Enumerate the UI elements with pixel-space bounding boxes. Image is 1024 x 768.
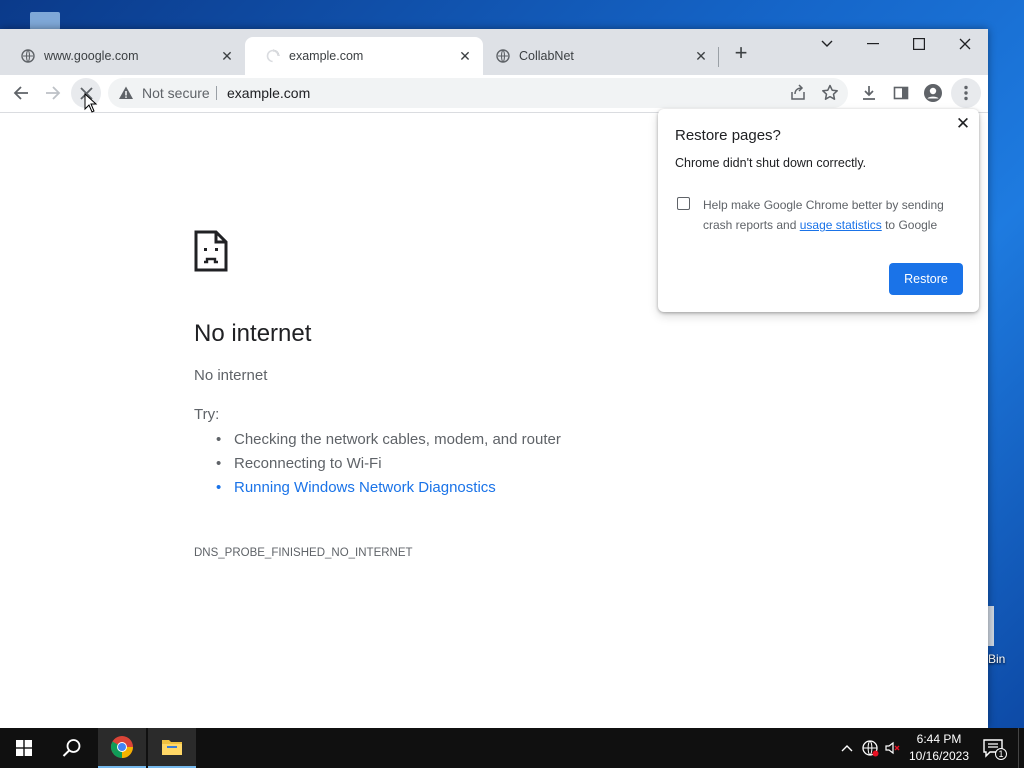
maximize-button[interactable]: [896, 29, 942, 59]
globe-icon: [20, 48, 36, 64]
error-subtitle: No internet: [194, 367, 268, 384]
new-tab-button[interactable]: +: [730, 42, 752, 65]
tab-close-icon[interactable]: ✕: [693, 48, 709, 64]
close-window-button[interactable]: [942, 29, 988, 59]
desktop-icon[interactable]: [30, 12, 60, 30]
tab-separator: [718, 47, 719, 67]
chevron-down-icon: [821, 40, 833, 47]
tab-example[interactable]: example.com ✕: [245, 37, 483, 75]
restore-button[interactable]: Restore: [889, 263, 963, 295]
tab-close-icon[interactable]: ✕: [457, 48, 473, 64]
usage-statistics-link[interactable]: usage statistics: [800, 218, 882, 232]
action-center-button[interactable]: 1: [982, 736, 1007, 760]
suggestion-item: Reconnecting to Wi-Fi: [214, 452, 561, 476]
menu-button[interactable]: [951, 78, 981, 108]
tab-title: example.com: [289, 49, 364, 63]
try-label: Try:: [194, 406, 220, 423]
taskbar: 6:44 PM 10/16/2023 1: [0, 728, 1024, 768]
recycle-bin-label: Bin: [988, 652, 1006, 666]
chrome-icon: [111, 736, 133, 758]
tab-close-icon[interactable]: ✕: [219, 48, 235, 64]
volume-muted-icon[interactable]: [884, 739, 902, 757]
downloads-button[interactable]: [854, 78, 884, 108]
arrow-right-icon: [46, 86, 61, 100]
forward-button[interactable]: [38, 78, 68, 108]
search-button[interactable]: [48, 728, 96, 768]
folder-icon: [162, 740, 182, 755]
search-icon: [62, 739, 81, 757]
minimize-icon: [867, 43, 879, 45]
tab-google[interactable]: www.google.com ✕: [0, 37, 245, 75]
dialog-title: Restore pages?: [675, 127, 781, 144]
crash-report-checkbox[interactable]: [677, 197, 690, 210]
globe-icon: [495, 48, 511, 64]
address-bar[interactable]: Not secure example.com: [108, 78, 848, 108]
error-title: No internet: [194, 320, 312, 347]
tab-strip: www.google.com ✕ example.com ✕ CollabNet…: [0, 29, 988, 75]
warning-icon: [119, 86, 133, 99]
mouse-cursor-icon: [84, 93, 98, 113]
avatar-icon: [924, 84, 942, 102]
chrome-taskbar-button[interactable]: [98, 728, 146, 768]
tab-search-button[interactable]: [804, 29, 850, 59]
notification-count: 1: [995, 748, 1007, 760]
recycle-bin[interactable]: Bin: [988, 606, 1024, 672]
browser-toolbar: Not secure example.com: [0, 75, 988, 113]
kebab-menu-icon: [964, 85, 968, 101]
close-icon[interactable]: ✕: [952, 113, 974, 135]
crash-report-label: Help make Google Chrome better by sendin…: [703, 195, 963, 235]
clock-date: 10/16/2023: [908, 749, 970, 763]
restore-pages-dialog: Restore pages? ✕ Chrome didn't shut down…: [658, 109, 979, 312]
help-text-suffix: to Google: [881, 218, 938, 232]
side-panel-icon: [893, 86, 909, 100]
start-button[interactable]: [0, 728, 48, 768]
minimize-button[interactable]: [850, 29, 896, 59]
network-diagnostics-link[interactable]: Running Windows Network Diagnostics: [214, 476, 561, 500]
tab-title: CollabNet: [519, 49, 574, 63]
system-clock[interactable]: 6:44 PM 10/16/2023: [904, 731, 974, 765]
recycle-bin-icon: [988, 606, 994, 646]
network-icon[interactable]: [861, 739, 879, 757]
sad-page-icon: [194, 230, 228, 272]
security-label[interactable]: Not secure: [142, 85, 210, 101]
url-text[interactable]: example.com: [227, 85, 310, 101]
profile-button[interactable]: [918, 78, 948, 108]
back-button[interactable]: [6, 78, 36, 108]
error-code: DNS_PROBE_FINISHED_NO_INTERNET: [194, 547, 413, 559]
file-explorer-taskbar-button[interactable]: [148, 728, 196, 768]
windows-logo-icon: [16, 740, 32, 756]
chevron-up-icon[interactable]: [838, 739, 856, 757]
share-icon[interactable]: [788, 83, 808, 103]
side-panel-button[interactable]: [886, 78, 916, 108]
tab-collabnet[interactable]: CollabNet ✕: [483, 37, 719, 75]
close-icon: [959, 38, 971, 50]
suggestion-list: Checking the network cables, modem, and …: [214, 428, 561, 500]
clock-time: 6:44 PM: [916, 732, 962, 746]
suggestion-item: Checking the network cables, modem, and …: [214, 428, 561, 452]
dialog-message: Chrome didn't shut down correctly.: [675, 156, 867, 170]
tab-title: www.google.com: [44, 49, 139, 63]
maximize-icon: [913, 38, 925, 50]
omnibox-divider: [216, 86, 217, 100]
loading-spinner-icon: [265, 48, 281, 64]
arrow-left-icon: [13, 86, 28, 100]
download-icon: [863, 86, 875, 100]
bookmark-star-icon[interactable]: [820, 83, 840, 103]
show-desktop-button[interactable]: [1018, 728, 1024, 768]
